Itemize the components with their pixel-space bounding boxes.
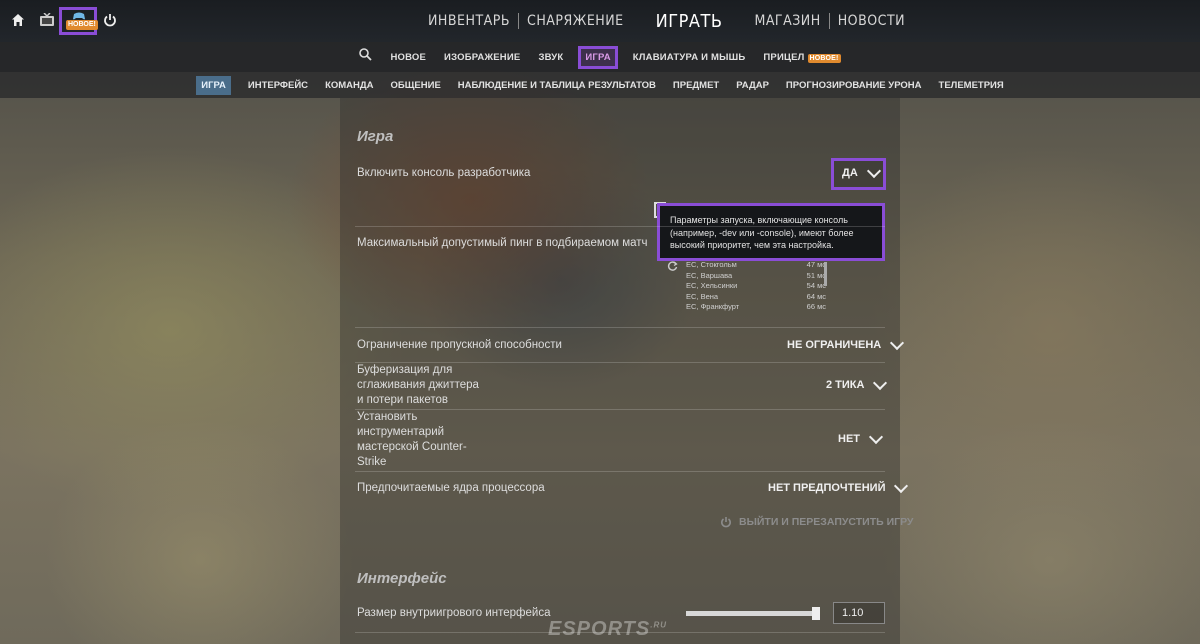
settings-tab-audio[interactable]: ЗВУК: [538, 52, 563, 63]
subtab-interface[interactable]: ИНТЕРФЕЙС: [248, 80, 308, 91]
server-ping-list: ЕС, Стокгольм 47 мс ЕС, Варшава 51 мс ЕС, …: [686, 260, 826, 313]
restart-game-button[interactable]: ВЫЙТИ И ПЕРЕЗАПУСТИТЬ ИГРУ: [720, 516, 913, 528]
subtab-item[interactable]: ПРЕДМЕТ: [673, 80, 719, 91]
dev-console-value: ДА: [842, 163, 881, 179]
new-item-notification[interactable]: НОВОЕ!: [59, 7, 98, 35]
dev-console-label: Включить консоль разработчика: [357, 167, 531, 179]
tv-icon[interactable]: [37, 10, 57, 30]
buffering-dropdown[interactable]: 2 ТИКА: [826, 375, 888, 391]
server-name: ЕС, Франкфурт: [686, 302, 740, 311]
refresh-icon[interactable]: [667, 259, 678, 277]
subtab-damage-prediction[interactable]: ПРОГНОЗИРОВАНИЕ УРОНА: [786, 80, 922, 91]
settings-tab-keyboard-mouse[interactable]: КЛАВИАТУРА И МЫШЬ: [633, 52, 746, 63]
server-name: ЕС, Стокгольм: [686, 260, 737, 269]
buffering-label: Буферизация для сглаживания джиттера и п…: [357, 363, 479, 408]
workshop-dropdown[interactable]: НЕТ: [838, 429, 884, 445]
main-nav: ИНВЕНТАРЬ СНАРЯЖЕНИЕ ИГРАТЬ МАГАЗИН НОВО…: [420, 0, 913, 42]
restart-game-label: ВЫЙТИ И ПЕРЕЗАПУСТИТЬ ИГРУ: [739, 516, 914, 528]
workshop-value: НЕТ: [838, 433, 860, 445]
divider: [355, 226, 885, 227]
settings-tab-video[interactable]: ИЗОБРАЖЕНИЕ: [444, 52, 520, 63]
server-row[interactable]: ЕС, Франкфурт 66 мс: [686, 302, 826, 313]
workshop-label-line: Strike: [357, 456, 387, 468]
nav-inventory[interactable]: ИНВЕНТАРЬ: [420, 13, 518, 29]
bandwidth-dropdown[interactable]: НЕ ОГРАНИЧЕНА: [787, 335, 905, 351]
subtab-communication[interactable]: ОБЩЕНИЕ: [391, 80, 441, 91]
power-icon: [721, 517, 731, 528]
crosshair-new-badge: НОВОЕ!: [807, 53, 841, 63]
max-ping-label: Максимальный допустимый пинг в подбираем…: [357, 237, 648, 249]
workshop-label: Установить инструментарий мастерской Cou…: [357, 410, 467, 470]
server-name: ЕС, Хельсинки: [686, 281, 738, 290]
settings-tab-crosshair[interactable]: ПРИЦЕЛ НОВОЕ!: [763, 51, 841, 63]
cpu-cores-value: НЕТ ПРЕДПОЧТЕНИЙ: [768, 482, 886, 494]
settings-tab-game[interactable]: ИГРА: [578, 45, 618, 69]
buffering-label-line: Буферизация для: [357, 364, 453, 376]
section-title-game: Игра: [357, 128, 394, 145]
workshop-label-line: мастерской Counter-: [357, 441, 467, 453]
subtab-radar[interactable]: РАДАР: [736, 80, 769, 91]
watermark-logo: ESPORTS.RU: [548, 618, 667, 641]
search-icon[interactable]: [359, 48, 373, 66]
game-subtabs: ИГРА ИНТЕРФЕЙС КОМАНДА ОБЩЕНИЕ НАБЛЮДЕНИ…: [0, 72, 1200, 98]
server-row[interactable]: ЕС, Вена 64 мс: [686, 292, 826, 303]
server-list-scrollbar[interactable]: [824, 262, 827, 286]
hud-scale-slider[interactable]: [686, 611, 820, 616]
server-name: ЕС, Варшава: [686, 270, 733, 280]
buffering-label-line: и потери пакетов: [357, 394, 448, 406]
bandwidth-value: НЕ ОГРАНИЧЕНА: [787, 339, 882, 351]
server-row[interactable]: ЕС, Варшава 51 мс: [686, 271, 826, 282]
divider: [355, 327, 885, 328]
buffering-value: 2 ТИКА: [826, 379, 865, 391]
server-ping: 66 мс: [806, 302, 826, 311]
server-row[interactable]: ЕС, Стокгольм 47 мс: [686, 260, 826, 271]
chevron-down-icon: [866, 163, 881, 179]
buffering-label-line: сглаживания джиттера: [357, 379, 479, 391]
chevron-down-icon: [868, 429, 884, 445]
settings-nav: НОВОЕ ИЗОБРАЖЕНИЕ ЗВУК ИГРА КЛАВИАТУРА И…: [0, 42, 1200, 72]
divider: [355, 471, 885, 472]
section-title-interface: Интерфейс: [357, 570, 447, 587]
power-icon[interactable]: [100, 10, 120, 30]
watermark-suffix: .RU: [650, 620, 667, 630]
settings-tab-crosshair-label: ПРИЦЕЛ: [763, 51, 805, 63]
new-badge: НОВОЕ!: [66, 20, 98, 30]
dev-console-tooltip: Параметры запуска, включающие консоль (н…: [657, 203, 885, 261]
cpu-cores-dropdown[interactable]: НЕТ ПРЕДПОЧТЕНИЙ: [768, 478, 909, 494]
home-icon[interactable]: [8, 10, 28, 30]
chevron-down-icon: [894, 478, 909, 494]
chevron-down-icon: [873, 375, 888, 391]
chevron-down-icon: [890, 335, 905, 351]
nav-play[interactable]: ИГРАТЬ: [632, 11, 747, 32]
workshop-label-line: инструментарий: [357, 426, 445, 438]
nav-loadout[interactable]: СНАРЯЖЕНИЕ: [519, 13, 632, 29]
server-name: ЕС, Вена: [686, 291, 719, 301]
subtab-telemetry[interactable]: ТЕЛЕМЕТРИЯ: [939, 80, 1004, 91]
cpu-cores-label: Предпочитаемые ядра процессора: [357, 482, 545, 494]
server-row[interactable]: ЕС, Хельсинки 54 мс: [686, 281, 826, 292]
hud-scale-input[interactable]: 1.10: [833, 602, 885, 624]
subtab-spectating-scoreboard[interactable]: НАБЛЮДЕНИЕ И ТАБЛИЦА РЕЗУЛЬТАТОВ: [458, 80, 656, 91]
bandwidth-label: Ограничение пропускной способности: [357, 339, 562, 351]
settings-tab-new[interactable]: НОВОЕ: [390, 52, 426, 63]
hud-scale-slider-handle[interactable]: [812, 607, 820, 620]
server-ping: 64 мс: [806, 291, 826, 301]
dev-console-value-text: ДА: [842, 167, 858, 179]
subtab-game[interactable]: ИГРА: [196, 75, 231, 95]
subtab-team[interactable]: КОМАНДА: [325, 80, 373, 91]
hud-scale-label: Размер внутриигрового интерфейса: [357, 607, 551, 619]
top-bar: НОВОЕ! ИНВЕНТАРЬ СНАРЯЖЕНИЕ ИГРАТЬ МАГАЗ…: [0, 0, 1200, 42]
watermark-text: ESPORTS: [548, 618, 651, 640]
workshop-label-line: Установить: [357, 411, 418, 423]
nav-news[interactable]: НОВОСТИ: [830, 13, 913, 29]
nav-store[interactable]: МАГАЗИН: [746, 13, 828, 29]
